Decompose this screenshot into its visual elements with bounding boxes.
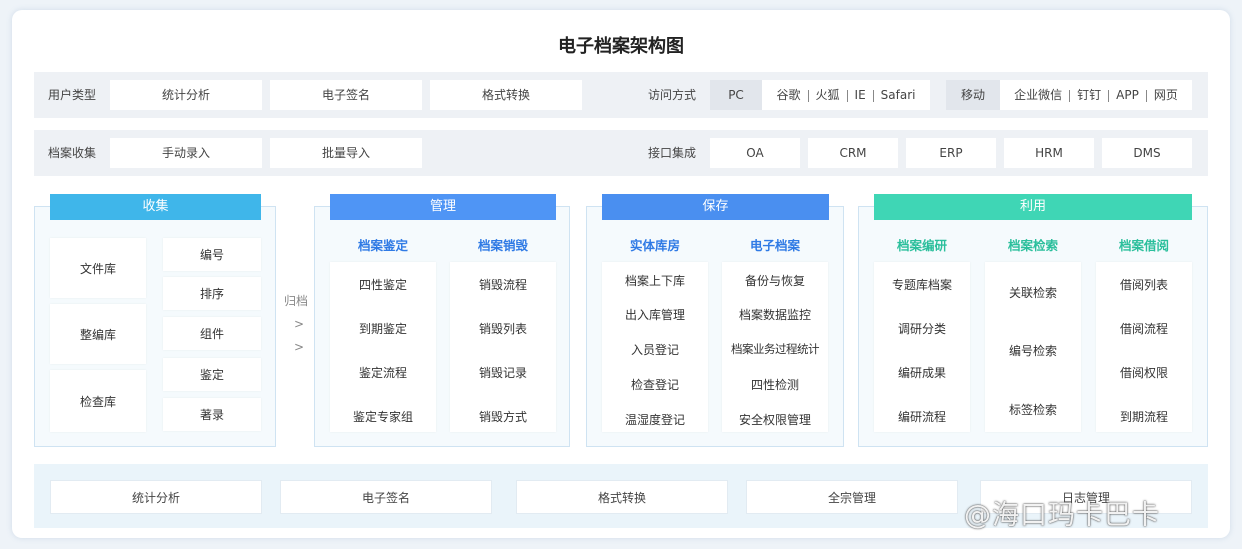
use-header: 利用 (874, 194, 1192, 220)
use-item: 标签检索 (1008, 403, 1057, 417)
use-item: 到期流程 (1119, 410, 1168, 424)
user-type-box: 电子签名 (270, 80, 422, 110)
pc-browsers-box: 谷歌 火狐 IE Safari (762, 80, 930, 110)
mobile-item: 钉钉 (1077, 88, 1102, 102)
manage-col2-title: 档案销毁 (477, 238, 528, 253)
preserve-item: 出入库管理 (624, 308, 685, 322)
use-col1: 专题库档案 调研分类 编研成果 编研流程 (874, 262, 970, 432)
collect-method-box: 手动录入 (110, 138, 262, 168)
preserve-item: 档案上下库 (624, 274, 685, 288)
preserve-item: 安全权限管理 (738, 413, 811, 427)
archive-label: 归档 (284, 294, 309, 308)
common-service-box: 格式转换 (516, 480, 728, 514)
manage-col1: 四性鉴定 到期鉴定 鉴定流程 鉴定专家组 (330, 262, 436, 432)
collect-header: 收集 (50, 194, 261, 220)
preserve-item: 入员登记 (630, 343, 679, 357)
use-col3: 借阅列表 借阅流程 借阅权限 到期流程 (1096, 262, 1192, 432)
collect-library: 检查库 (50, 370, 146, 432)
collect-step: 鉴定 (163, 358, 261, 391)
mobile-item: APP (1116, 88, 1139, 102)
api-item-box: ERP (906, 138, 996, 168)
separator (1108, 89, 1110, 102)
chevron-right-icon: > (294, 317, 305, 331)
separator (846, 89, 848, 102)
manage-item: 销毁记录 (478, 366, 527, 380)
separator (1145, 89, 1147, 102)
diagram-title: 电子档案架构图 (558, 36, 684, 57)
manage-item: 销毁流程 (478, 278, 527, 292)
user-type-box: 格式转换 (430, 80, 582, 110)
collect-method-box: 批量导入 (270, 138, 422, 168)
access-mode-label: 访问方式 (648, 88, 697, 102)
preserve-col1: 档案上下库 出入库管理 入员登记 检查登记 温湿度登记 (602, 262, 708, 432)
preserve-header: 保存 (602, 194, 829, 220)
manage-col2: 销毁流程 销毁列表 销毁记录 销毁方式 (450, 262, 556, 432)
manage-header: 管理 (330, 194, 556, 220)
mobile-label-box: 移动 (946, 80, 1000, 110)
collect-step: 组件 (163, 317, 261, 350)
separator (872, 89, 874, 102)
api-integration-label: 接口集成 (648, 146, 697, 160)
common-service-box: 电子签名 (280, 480, 492, 514)
collect-step: 排序 (163, 277, 261, 310)
user-type-bar: 用户类型 统计分析 电子签名 格式转换 访问方式 PC 谷歌 火狐 IE Safari… (34, 72, 1208, 118)
use-col2-title: 档案检索 (1007, 238, 1058, 253)
archive-collect-label: 档案收集 (48, 146, 97, 160)
preserve-item: 检查登记 (630, 378, 679, 392)
mobile-item: 企业微信 (1014, 88, 1063, 102)
use-col3-title: 档案借阅 (1118, 238, 1169, 253)
manage-col1-title: 档案鉴定 (357, 238, 408, 253)
browser-item: Safari (880, 88, 916, 102)
separator (1069, 89, 1071, 102)
collect-step: 著录 (163, 398, 261, 431)
use-item: 调研分类 (897, 322, 946, 336)
chevron-right-icon: > (294, 340, 305, 354)
api-item-box: DMS (1102, 138, 1192, 168)
architecture-card: 电子档案架构图 用户类型 统计分析 电子签名 格式转换 访问方式 PC 谷歌 火狐… (12, 10, 1230, 538)
preserve-item: 温湿度登记 (624, 413, 685, 427)
browser-item: 火狐 (815, 88, 840, 102)
manage-item: 销毁列表 (478, 322, 527, 336)
manage-item: 四性鉴定 (358, 278, 407, 292)
manage-item: 鉴定专家组 (352, 410, 413, 424)
preserve-col2-title: 电子档案 (749, 238, 800, 253)
common-service-box: 统计分析 (50, 480, 262, 514)
use-col1-title: 档案编研 (896, 238, 947, 253)
preserve-item: 四性检测 (750, 378, 799, 392)
manage-item: 鉴定流程 (358, 366, 407, 380)
manage-item: 到期鉴定 (358, 322, 407, 336)
use-item: 借阅列表 (1119, 278, 1168, 292)
preserve-item: 备份与恢复 (744, 274, 805, 288)
use-item: 编研流程 (897, 410, 946, 424)
api-item-box: OA (710, 138, 800, 168)
user-type-box: 统计分析 (110, 80, 262, 110)
use-item: 借阅权限 (1119, 366, 1168, 380)
use-item: 关联检索 (1008, 286, 1057, 300)
archive-collect-bar: 档案收集 手动录入 批量导入 接口集成 OA CRM ERP HRM DMS (34, 130, 1208, 176)
watermark: @海口玛卡巴卡 (964, 500, 1160, 531)
use-item: 编研成果 (897, 366, 946, 380)
use-item: 编号检索 (1008, 344, 1057, 358)
api-item-box: CRM (808, 138, 898, 168)
use-col2: 关联检索 编号检索 标签检索 (985, 262, 1081, 432)
browser-item: 谷歌 (776, 88, 801, 102)
collect-library: 文件库 (50, 238, 146, 298)
collect-library: 整编库 (50, 304, 146, 364)
api-item-box: HRM (1004, 138, 1094, 168)
user-type-label: 用户类型 (48, 88, 97, 102)
preserve-item: 档案数据监控 (738, 308, 811, 322)
use-item: 借阅流程 (1119, 322, 1168, 336)
separator (807, 89, 809, 102)
preserve-col2: 备份与恢复 档案数据监控 档案业务过程统计 四性检测 安全权限管理 (722, 262, 828, 432)
collect-step: 编号 (163, 238, 261, 271)
common-service-box: 全宗管理 (746, 480, 958, 514)
pc-label-box: PC (710, 80, 762, 110)
mobile-channels-box: 企业微信 钉钉 APP 网页 (1000, 80, 1192, 110)
mobile-item: 网页 (1153, 88, 1178, 102)
browser-item: IE (854, 88, 866, 102)
manage-item: 销毁方式 (478, 410, 527, 424)
preserve-col1-title: 实体库房 (629, 238, 680, 253)
use-item: 专题库档案 (891, 278, 952, 292)
preserve-item: 档案业务过程统计 (731, 342, 820, 356)
